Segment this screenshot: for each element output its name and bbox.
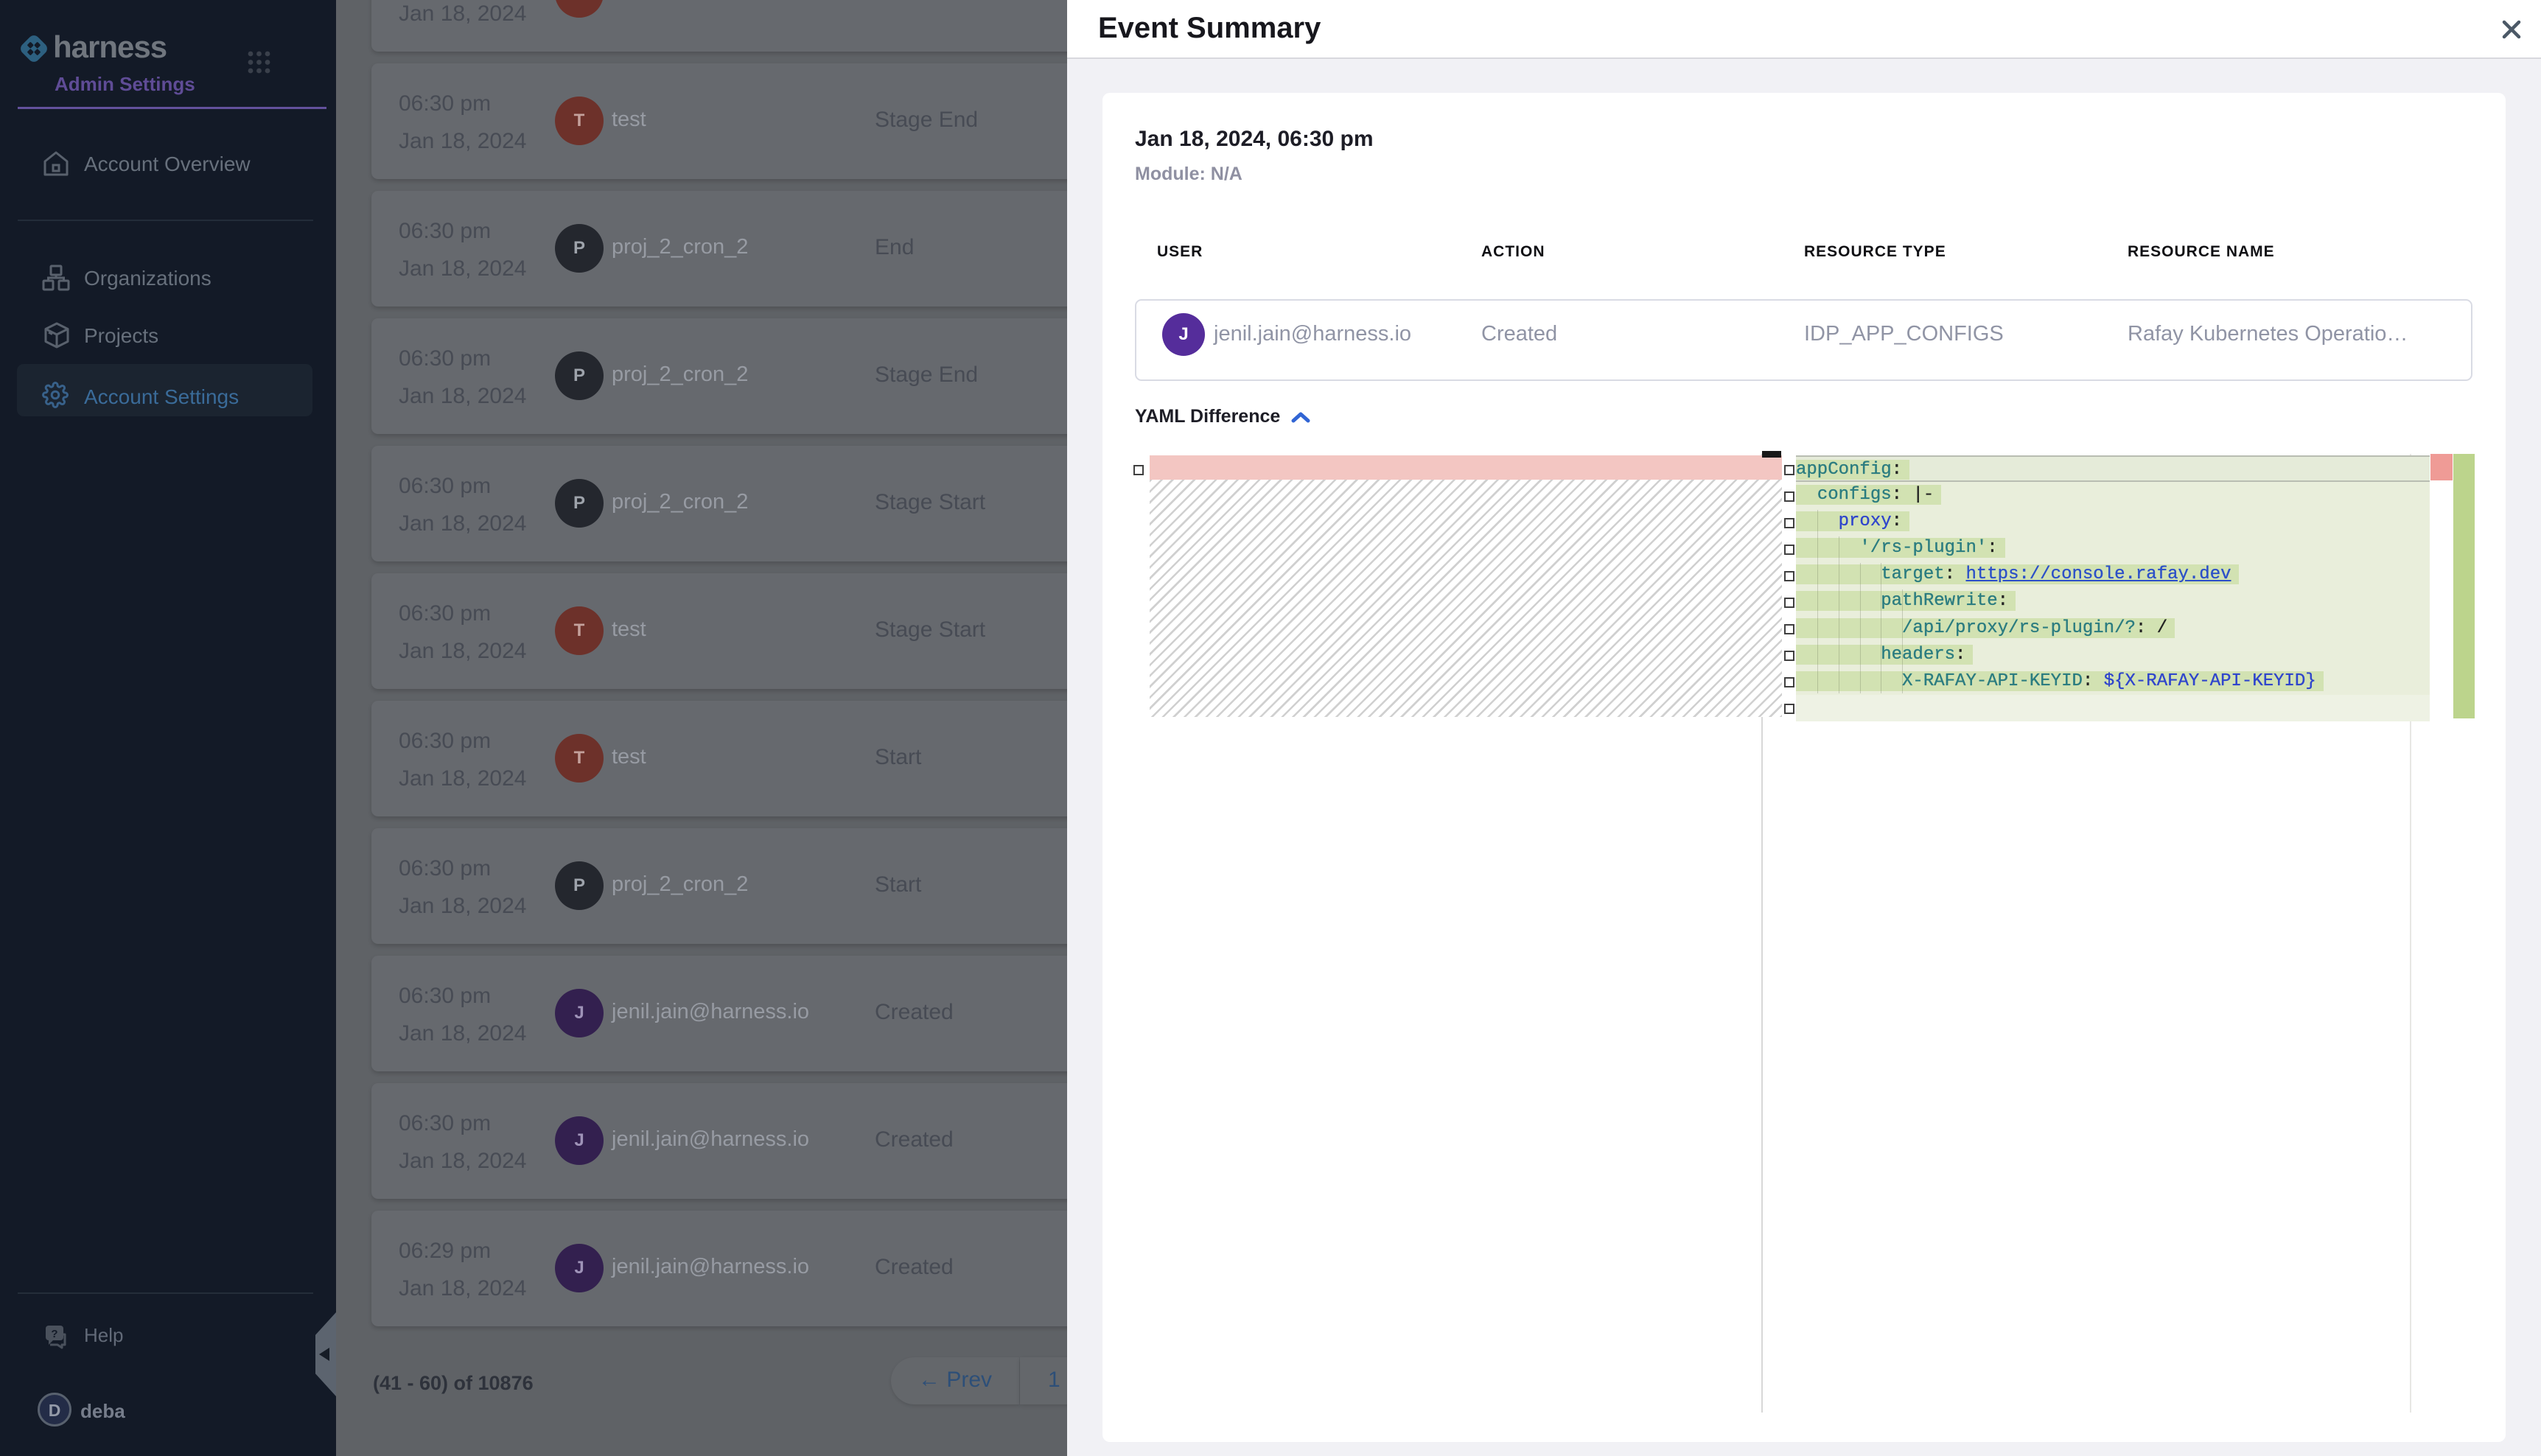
svg-text:?: ? <box>51 1328 57 1340</box>
